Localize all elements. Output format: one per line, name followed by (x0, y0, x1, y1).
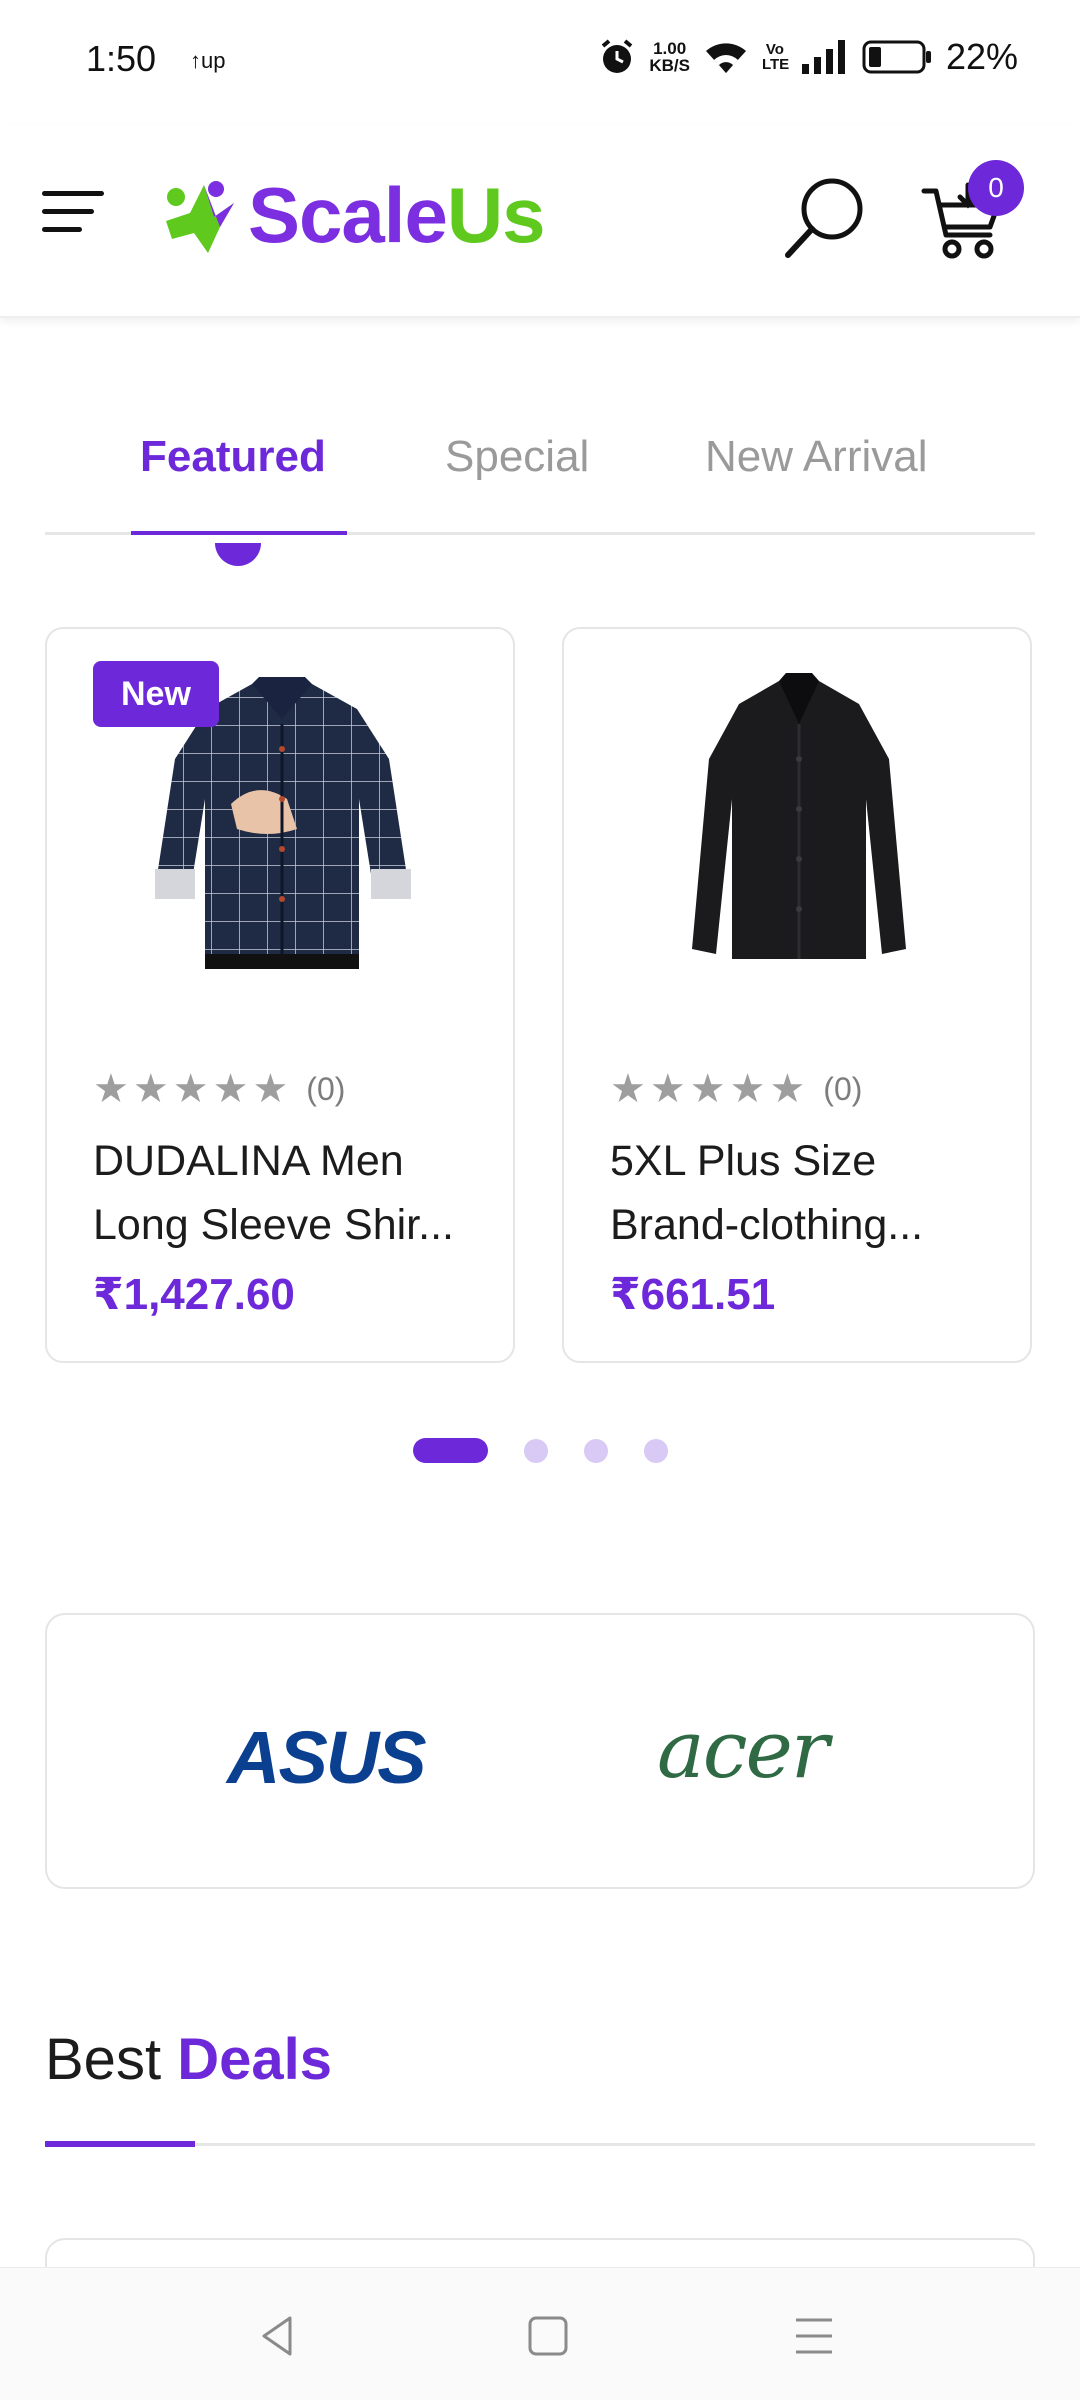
star-icon: ★ (132, 1067, 169, 1111)
pager-dot[interactable] (524, 1438, 548, 1463)
active-tab-indicator (131, 531, 347, 535)
product-title[interactable]: DUDALINA Men Long Sleeve Shir... (93, 1129, 483, 1257)
star-icon: ★ (610, 1067, 646, 1111)
search-icon (785, 178, 863, 258)
star-icon: ★ (212, 1067, 249, 1111)
status-icons: 1.00 KB/S Vo LTE 22% (599, 36, 1018, 78)
app-header: ScaleUs 0 (0, 125, 1080, 318)
recents-icon (796, 2318, 832, 2354)
star-icon: ★ (729, 1067, 766, 1111)
rating-count: (0) (306, 1070, 346, 1107)
menu-button[interactable] (42, 188, 106, 236)
star-icon: ★ (769, 1067, 806, 1111)
menu-icon (42, 191, 104, 232)
back-button[interactable] (250, 2308, 310, 2364)
section-title-underline (45, 2141, 195, 2147)
product-price: ₹1,427.60 (93, 1270, 295, 1319)
app-logo[interactable]: ScaleUs (160, 165, 546, 265)
section-title-best-deals: Best Deals (45, 2027, 332, 2092)
home-icon (528, 2316, 568, 2356)
pager-dot[interactable] (584, 1438, 608, 1463)
status-time: 1:50 (86, 38, 157, 79)
system-nav-bar (0, 2267, 1080, 2400)
network-speed: 1.00 KB/S (649, 39, 690, 75)
star-icon: ★ (649, 1067, 686, 1111)
rating-count: (0) (823, 1070, 863, 1107)
product-rating: ★ ★ ★ ★ ★ (0) (93, 1069, 345, 1109)
carousel-pager (413, 1438, 668, 1463)
product-image-black-shirt (692, 673, 906, 959)
brand-carousel: ASUS acer (45, 1613, 1035, 1889)
cart-count-badge: 0 (968, 160, 1024, 216)
battery-icon (862, 40, 931, 74)
recents-button[interactable] (784, 2308, 844, 2364)
product-title[interactable]: 5XL Plus Size Brand-clothing... (610, 1129, 1000, 1257)
tab-featured[interactable]: Featured (140, 432, 326, 482)
home-button[interactable] (518, 2308, 578, 2364)
product-rating: ★ ★ ★ ★ ★ (0) (610, 1069, 862, 1109)
active-tab-dot (215, 543, 261, 566)
brand-logo-asus[interactable]: ASUS (227, 1715, 427, 1800)
logo-wordmark: ScaleUs (248, 170, 546, 259)
alarm-icon (602, 39, 633, 73)
upload-indicator: ↑up (190, 48, 226, 73)
battery-percent: 22% (945, 36, 1018, 77)
star-icon: ★ (689, 1067, 726, 1111)
product-tabs: Featured Special New Arrival (45, 420, 1035, 566)
star-icon: ★ (252, 1067, 289, 1111)
signal-icon (801, 40, 845, 74)
tab-new-arrival[interactable]: New Arrival (705, 432, 928, 482)
back-icon (262, 2316, 292, 2356)
product-card[interactable]: ★ ★ ★ ★ ★ (0) 5XL Plus Size Brand-clothi… (562, 627, 1032, 1363)
new-badge: New (93, 661, 219, 727)
screen: 1:50 ↑up 1.00 KB/S Vo LTE 22% ScaleUs 0 … (0, 0, 1080, 2400)
star-icon: ★ (93, 1067, 129, 1111)
logo-figure-icon (166, 181, 234, 253)
search-button[interactable] (782, 175, 868, 261)
star-icon: ★ (172, 1067, 209, 1111)
wifi-icon (705, 43, 746, 73)
product-card[interactable]: New ★ ★ ★ ★ ★ (0) DUDALINA Men Long Slee… (45, 627, 515, 1363)
pager-dot-active[interactable] (413, 1438, 488, 1463)
status-bar: 1:50 ↑up 1.00 KB/S Vo LTE 22% (0, 0, 1080, 125)
brand-logo-acer[interactable]: acer (657, 1703, 829, 1796)
tab-special[interactable]: Special (445, 432, 589, 482)
volte-indicator: Vo LTE (761, 41, 790, 73)
pager-dot[interactable] (644, 1438, 668, 1463)
product-price: ₹661.51 (610, 1270, 776, 1319)
